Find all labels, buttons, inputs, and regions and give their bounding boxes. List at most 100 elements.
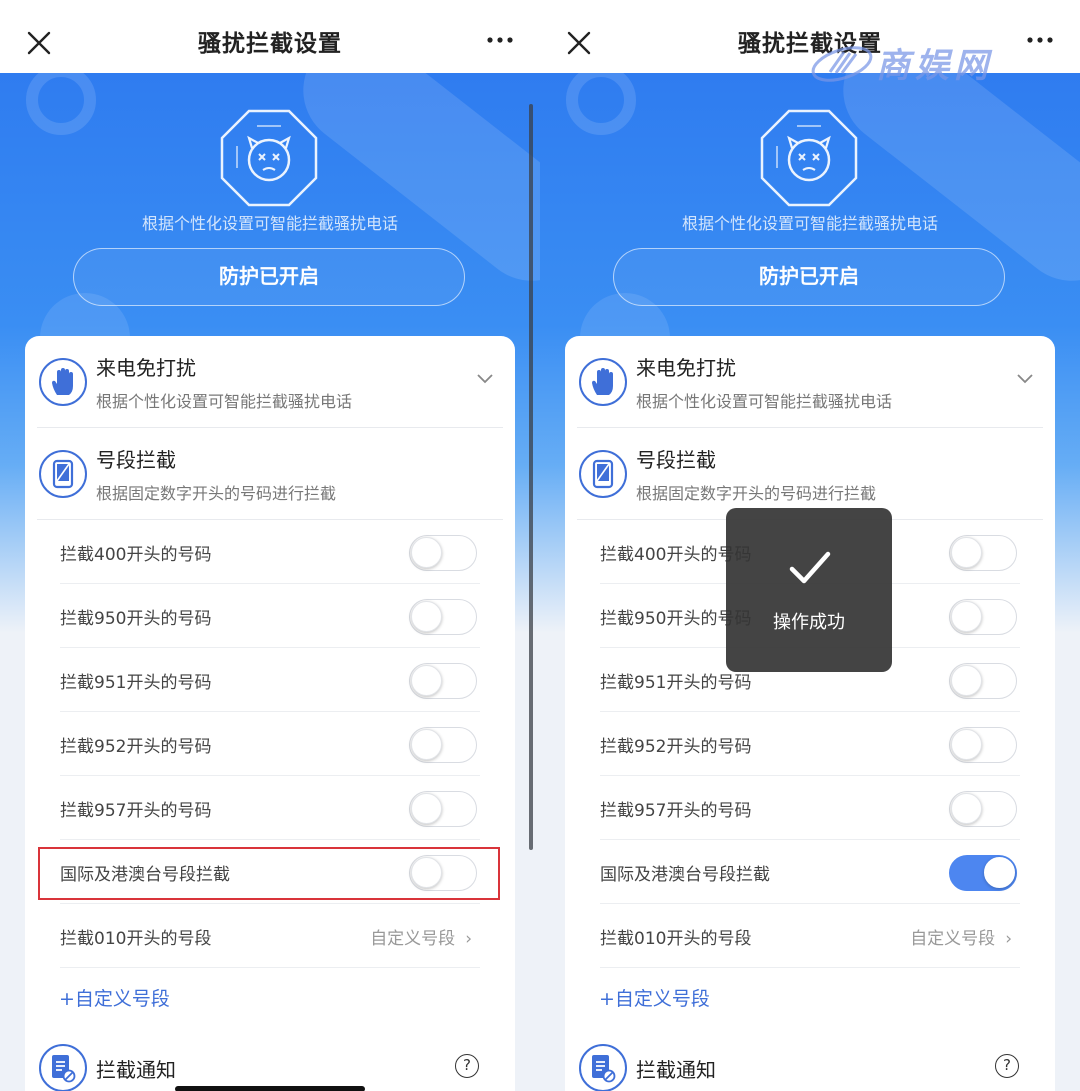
- row-label: 拦截010开头的号段: [600, 929, 752, 949]
- toggle-knob: [411, 601, 442, 632]
- toggle-knob: [951, 537, 982, 568]
- page-title: 骚扰拦截设置: [198, 31, 342, 57]
- toggle-switch[interactable]: [949, 663, 1017, 699]
- section-title: 号段拦截: [96, 448, 176, 472]
- setting-row-010[interactable]: 拦截010开头的号段 自定义号段 ›: [60, 904, 480, 968]
- watermark: 商娱网: [804, 38, 1054, 88]
- setting-row-952: 拦截952开头的号码: [60, 712, 480, 776]
- phone-left: 骚扰拦截设置 根据个性化设置可智能拦截骚扰电话 防护已开启 来电免打扰 根据个性…: [0, 0, 540, 1091]
- setting-row-952: 拦截952开头的号码: [600, 712, 1020, 776]
- toggle-knob: [411, 793, 442, 824]
- toggle-knob: [951, 729, 982, 760]
- section-title: 号段拦截: [636, 448, 716, 472]
- aside-text: 自定义号段: [370, 929, 456, 949]
- toggle-switch[interactable]: [409, 535, 477, 571]
- setting-row-400: 拦截400开头的号码: [60, 520, 480, 584]
- hero-subtitle: 根据个性化设置可智能拦截骚扰电话: [141, 214, 398, 233]
- section-do-not-disturb[interactable]: 来电免打扰 根据个性化设置可智能拦截骚扰电话: [577, 336, 1043, 428]
- row-label: 国际及港澳台号段拦截: [600, 865, 770, 885]
- row-label: 拦截400开头的号码: [60, 545, 212, 565]
- shield-monster-icon: [220, 109, 318, 207]
- row-label: 拦截951开头的号码: [600, 673, 752, 693]
- hand-icon: [579, 358, 627, 406]
- toggle-knob: [951, 601, 982, 632]
- custom-segment-link[interactable]: 自定义号段 ›: [910, 924, 1012, 949]
- toggle-knob: [411, 537, 442, 568]
- section-desc: 根据个性化设置可智能拦截骚扰电话: [636, 392, 893, 411]
- notice-doc-icon: [39, 1044, 87, 1091]
- row-label: 拦截951开头的号码: [60, 673, 212, 693]
- phone-block-icon: [39, 450, 87, 498]
- section-title: 来电免打扰: [96, 356, 196, 380]
- row-label: 拦截010开头的号段: [60, 929, 212, 949]
- chevron-right-icon: ›: [465, 929, 472, 949]
- checkmark-icon: [789, 551, 831, 584]
- protection-status-button[interactable]: 防护已开启: [73, 248, 465, 306]
- setting-row-950: 拦截950开头的号码: [60, 584, 480, 648]
- decor-ring: [566, 73, 636, 135]
- setting-row-957: 拦截957开头的号码: [600, 776, 1020, 840]
- row-label: 拦截952开头的号码: [60, 737, 212, 757]
- nav-bar: 骚扰拦截设置: [0, 0, 540, 73]
- help-icon[interactable]: ?: [995, 1054, 1019, 1078]
- setting-row-957: 拦截957开头的号码: [60, 776, 480, 840]
- section-prefix-block: 号段拦截 根据固定数字开头的号码进行拦截: [577, 428, 1043, 520]
- custom-segment-link[interactable]: 自定义号段 ›: [370, 924, 472, 949]
- phone-block-icon: [579, 450, 627, 498]
- setting-row-international: 国际及港澳台号段拦截: [600, 840, 1020, 904]
- section-title: 拦截通知: [96, 1058, 176, 1082]
- help-icon[interactable]: ?: [455, 1054, 479, 1078]
- toggle-knob: [411, 729, 442, 760]
- toast-message: 操作成功: [773, 612, 845, 633]
- setting-row-951: 拦截951开头的号码: [60, 648, 480, 712]
- row-label: 拦截950开头的号码: [60, 609, 212, 629]
- home-indicator: [175, 1086, 365, 1091]
- chevron-down-icon[interactable]: [477, 374, 493, 384]
- add-custom-segment-link[interactable]: +自定义号段: [599, 984, 710, 1011]
- highlight-box: [38, 847, 500, 900]
- row-label: 拦截952开头的号码: [600, 737, 752, 757]
- shield-monster-icon: [760, 109, 858, 207]
- decor-ring: [26, 73, 96, 135]
- section-prefix-block: 号段拦截 根据固定数字开头的号码进行拦截: [37, 428, 503, 520]
- section-desc: 根据固定数字开头的号码进行拦截: [636, 484, 877, 503]
- toggle-switch[interactable]: [949, 599, 1017, 635]
- toggle-switch[interactable]: [949, 855, 1017, 891]
- settings-card: 来电免打扰 根据个性化设置可智能拦截骚扰电话 号段拦截 根据固定数字开头的号码进…: [25, 336, 515, 1091]
- toggle-switch[interactable]: [949, 727, 1017, 763]
- section-title: 来电免打扰: [636, 356, 736, 380]
- notice-doc-icon: [579, 1044, 627, 1091]
- success-toast: 操作成功: [726, 508, 892, 672]
- watermark-text: 商娱网: [876, 46, 993, 86]
- toggle-knob: [411, 665, 442, 696]
- setting-row-010[interactable]: 拦截010开头的号段 自定义号段 ›: [600, 904, 1020, 968]
- settings-card: 来电免打扰 根据个性化设置可智能拦截骚扰电话 号段拦截 根据固定数字开头的号码进…: [565, 336, 1055, 1091]
- phone-right: 骚扰拦截设置 根据个性化设置可智能拦截骚扰电话 防护已开启 来电免打扰 根据个性…: [540, 0, 1080, 1091]
- hand-icon: [39, 358, 87, 406]
- hero-subtitle: 根据个性化设置可智能拦截骚扰电话: [681, 214, 938, 233]
- section-block-notice[interactable]: 拦截通知 ?: [37, 1036, 503, 1091]
- watermark-logo-icon: [811, 46, 873, 82]
- toggle-switch[interactable]: [949, 791, 1017, 827]
- section-do-not-disturb[interactable]: 来电免打扰 根据个性化设置可智能拦截骚扰电话: [37, 336, 503, 428]
- add-custom-segment-link[interactable]: +自定义号段: [59, 984, 170, 1011]
- toggle-switch[interactable]: [409, 727, 477, 763]
- scrollbar[interactable]: [529, 104, 533, 850]
- chevron-down-icon[interactable]: [1017, 374, 1033, 384]
- chevron-right-icon: ›: [1005, 929, 1012, 949]
- toggle-switch[interactable]: [949, 535, 1017, 571]
- protection-status-button[interactable]: 防护已开启: [613, 248, 1005, 306]
- toggle-switch[interactable]: [409, 599, 477, 635]
- toggle-switch[interactable]: [409, 663, 477, 699]
- more-icon[interactable]: [486, 34, 514, 46]
- toggle-knob: [984, 857, 1015, 888]
- section-desc: 根据固定数字开头的号码进行拦截: [96, 484, 337, 503]
- toggle-switch[interactable]: [409, 791, 477, 827]
- row-label: 拦截957开头的号码: [60, 801, 212, 821]
- toggle-knob: [951, 793, 982, 824]
- section-block-notice[interactable]: 拦截通知 ?: [577, 1036, 1043, 1091]
- screenshot-comparison: 骚扰拦截设置 根据个性化设置可智能拦截骚扰电话 防护已开启 来电免打扰 根据个性…: [0, 0, 1080, 1091]
- row-label: 拦截957开头的号码: [600, 801, 752, 821]
- aside-text: 自定义号段: [910, 929, 996, 949]
- toggle-knob: [951, 665, 982, 696]
